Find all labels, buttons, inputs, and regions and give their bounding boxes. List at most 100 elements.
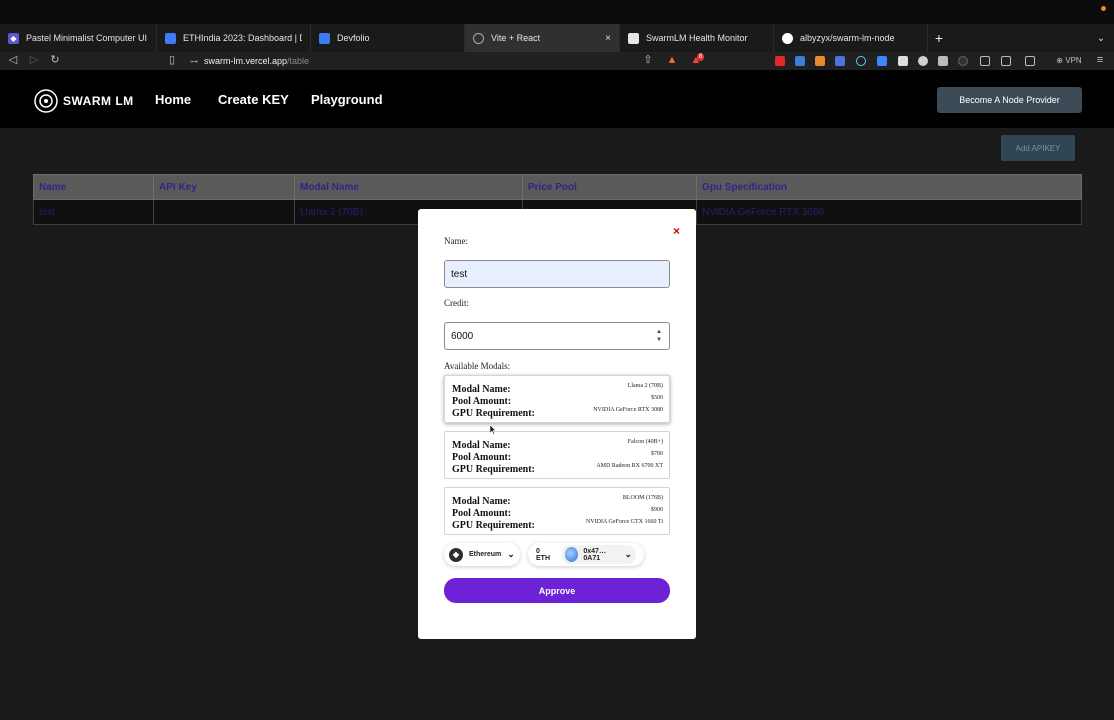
- nav-playground[interactable]: Playground: [311, 92, 383, 107]
- swarm-logo-icon: [34, 89, 58, 113]
- tab-ethindia[interactable]: ETHIndia 2023: Dashboard | Devfoli: [157, 24, 311, 52]
- cell-name: test: [34, 200, 154, 224]
- credit-stepper-icon[interactable]: ▲ ▼: [654, 328, 664, 344]
- network-name: Ethereum: [469, 551, 502, 558]
- add-apikey-button[interactable]: Add APIKEY: [1001, 135, 1075, 161]
- address-bar[interactable]: ⊶ swarm-lm.vercel.app /table: [190, 52, 710, 70]
- back-icon[interactable]: ◁: [6, 53, 20, 68]
- tab-label: SwarmLM Health Monitor: [646, 33, 748, 43]
- swarm-lm-logo[interactable]: SWARM LM: [33, 88, 134, 114]
- name-label: Name:: [444, 236, 468, 246]
- card-gpu: NVIDIA GeForce GTX 1660 Ti: [586, 519, 663, 525]
- cell-api-key: [154, 200, 295, 224]
- cell-gpu-spec: NVIDIA GeForce RTX 3080: [702, 206, 825, 218]
- reload-icon[interactable]: ↻: [48, 53, 62, 68]
- card-modal-name: Falcon (40B+): [627, 439, 663, 445]
- extension-icon[interactable]: [958, 56, 968, 66]
- available-modals-label: Available Modals:: [444, 361, 511, 371]
- wallet-account-button[interactable]: 0 ETH 0x47…0A71 ⌄: [528, 543, 644, 566]
- extensions-puzzle-icon[interactable]: [980, 56, 990, 66]
- tab-label: Vite + React: [491, 33, 541, 43]
- vpn-button[interactable]: ⊕ VPN: [1054, 53, 1084, 68]
- react-devtools-icon[interactable]: [856, 56, 866, 66]
- card-key-modal-name: Modal Name:: [452, 440, 511, 451]
- devfolio-favicon-icon: [165, 32, 176, 44]
- name-input[interactable]: test: [444, 260, 670, 288]
- card-pool-amount: $900: [651, 507, 663, 513]
- credit-input[interactable]: 6000: [444, 322, 670, 350]
- tab-label: Devfolio: [337, 33, 370, 43]
- wallet-icon[interactable]: [1025, 56, 1035, 66]
- modal-card-llama[interactable]: Modal Name: Pool Amount: GPU Requirement…: [444, 375, 670, 423]
- mouse-cursor-icon: [490, 425, 496, 435]
- col-name: Name: [34, 175, 154, 199]
- card-key-modal-name: Modal Name:: [452, 496, 511, 507]
- chevron-down-icon: ⌄: [624, 549, 632, 559]
- browser-tab-bar: ◆ Pastel Minimalist Computer UI Grou ETH…: [0, 24, 1114, 52]
- modal-card-bloom[interactable]: Modal Name: Pool Amount: GPU Requirement…: [444, 487, 670, 535]
- tab-github[interactable]: albyzyx/swarm-lm-node: [774, 24, 928, 52]
- logo-text: SWARM LM: [63, 94, 134, 108]
- card-gpu: AMD Radeon RX 6700 XT: [596, 463, 663, 469]
- chevron-down-icon: ⌄: [507, 549, 515, 559]
- card-key-pool-amount: Pool Amount:: [452, 452, 512, 463]
- tab-close-icon[interactable]: ×: [605, 33, 611, 44]
- wallet-balance: 0 ETH: [536, 547, 550, 562]
- devfolio-favicon-icon: [319, 32, 330, 44]
- table-header: Name API Key Modal Name Price Pool Gpu S…: [33, 174, 1082, 200]
- sidebar-icon[interactable]: [1001, 56, 1011, 66]
- ethereum-icon: ◆: [449, 547, 463, 562]
- tab-label: Pastel Minimalist Computer UI Grou: [26, 33, 148, 43]
- tab-pastel[interactable]: ◆ Pastel Minimalist Computer UI Grou: [0, 24, 157, 52]
- approve-button[interactable]: Approve: [444, 578, 670, 603]
- new-tab-icon[interactable]: +: [928, 24, 950, 52]
- bookmark-icon[interactable]: ▯: [166, 53, 178, 68]
- forward-icon[interactable]: ▷: [27, 53, 41, 68]
- card-pool-amount: $500: [651, 395, 663, 401]
- col-price-pool: Price Pool: [523, 175, 697, 199]
- shield-favicon-icon: ◆: [8, 32, 19, 44]
- card-key-pool-amount: Pool Amount:: [452, 396, 512, 407]
- wallet-address: 0x47…0A71: [583, 547, 606, 562]
- modal-card-falcon[interactable]: Modal Name: Pool Amount: GPU Requirement…: [444, 431, 670, 479]
- card-key-gpu: GPU Requirement:: [452, 408, 535, 419]
- card-gpu: NVIDIA GeForce RTX 3080: [593, 407, 663, 413]
- metamask-extension-icon[interactable]: [815, 56, 825, 66]
- extension-icon[interactable]: [877, 56, 887, 66]
- extension-icon[interactable]: [795, 56, 805, 66]
- become-node-provider-button[interactable]: Become A Node Provider: [937, 87, 1082, 113]
- menu-icon[interactable]: ≡: [1094, 53, 1106, 68]
- close-icon[interactable]: ×: [673, 224, 680, 238]
- card-key-gpu: GPU Requirement:: [452, 464, 535, 475]
- col-modal-name: Modal Name: [295, 175, 523, 199]
- card-pool-amount: $700: [651, 451, 663, 457]
- card-key-gpu: GPU Requirement:: [452, 520, 535, 531]
- url-host: swarm-lm.vercel.app: [204, 56, 288, 66]
- network-selector[interactable]: ◆ Ethereum ⌄: [444, 543, 520, 566]
- tab-list-chevron-icon[interactable]: ⌄: [1088, 24, 1114, 52]
- url-path: /table: [287, 56, 310, 66]
- youtube-extension-icon[interactable]: [775, 56, 785, 66]
- nav-create-key[interactable]: Create KEY: [218, 92, 289, 107]
- tab-health-monitor[interactable]: SwarmLM Health Monitor: [620, 24, 774, 52]
- tab-vite-react[interactable]: Vite + React ×: [465, 24, 620, 52]
- tab-label: albyzyx/swarm-lm-node: [800, 33, 895, 43]
- card-modal-name: Llama 2 (70B): [627, 383, 663, 389]
- col-gpu-spec: Gpu Specification: [702, 181, 788, 193]
- vpn-label: VPN: [1065, 56, 1082, 65]
- nav-home[interactable]: Home: [155, 92, 191, 107]
- col-api-key: API Key: [154, 175, 295, 199]
- extension-icon[interactable]: [835, 56, 845, 66]
- site-settings-icon[interactable]: ⊶: [190, 57, 198, 66]
- globe-favicon-icon: [473, 32, 484, 44]
- wallet-avatar: [564, 547, 579, 562]
- card-modal-name: BLOOM (176B): [622, 495, 663, 501]
- tab-label: ETHIndia 2023: Dashboard | Devfoli: [183, 33, 302, 43]
- github-favicon-icon: [782, 32, 793, 44]
- extension-icon[interactable]: [938, 56, 948, 66]
- credit-label: Credit:: [444, 298, 469, 308]
- extension-icon[interactable]: [898, 56, 908, 66]
- wallet-address-pill[interactable]: 0x47…0A71 ⌄: [560, 545, 636, 564]
- extension-icon[interactable]: [918, 56, 928, 66]
- tab-devfolio[interactable]: Devfolio: [311, 24, 465, 52]
